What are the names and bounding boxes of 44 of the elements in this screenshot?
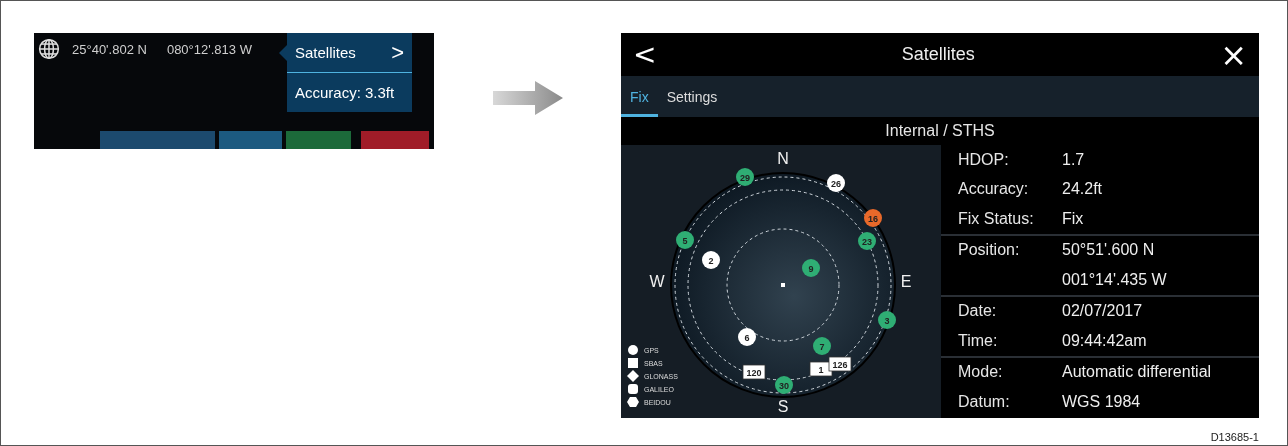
- field-value: Automatic differential: [1062, 363, 1212, 382]
- compass-label: E: [900, 273, 912, 290]
- close-button[interactable]: ×: [1216, 38, 1251, 71]
- field-label: Fix Status:: [957, 209, 1035, 228]
- field-label: Accuracy:: [957, 180, 1030, 199]
- back-button[interactable]: <: [629, 40, 661, 69]
- field-value: 09:44:42am: [1062, 331, 1147, 350]
- field-value: Fix: [1062, 209, 1084, 228]
- latitude-text: 25°40'.802 N: [72, 41, 147, 57]
- dialog-title: Satellites: [901, 44, 975, 65]
- field-value: WGS 1984: [1062, 392, 1141, 411]
- satellite-marker[interactable]: 7: [813, 337, 831, 355]
- figure-code: D13685-1: [1210, 431, 1259, 443]
- tab[interactable]: Fix: [621, 76, 658, 117]
- satellite-marker[interactable]: 16: [864, 209, 882, 227]
- compass-label: W: [649, 273, 665, 290]
- tab[interactable]: Settings: [657, 76, 727, 117]
- satellite-marker[interactable]: 29: [736, 168, 754, 186]
- satellite-marker[interactable]: 9: [802, 259, 820, 277]
- satellite-marker[interactable]: 126: [828, 356, 852, 372]
- field-label: Datum:: [957, 392, 1011, 411]
- compass-label: S: [777, 398, 789, 415]
- longitude-text: 080°12'.813 W: [166, 41, 252, 57]
- field-value: 02/07/2017: [1062, 302, 1143, 321]
- source-text: Internal / STHS: [884, 121, 996, 141]
- satellite-marker[interactable]: 3: [878, 311, 896, 329]
- satellite-marker[interactable]: 30: [775, 376, 793, 394]
- satellite-marker[interactable]: 23: [858, 232, 876, 250]
- field-value: 001°14'.435 W: [1062, 270, 1167, 289]
- satellite-marker[interactable]: 2: [702, 251, 720, 269]
- satellite-marker[interactable]: 5: [676, 231, 694, 249]
- accuracy-text: Accuracy: 3.3ft: [294, 83, 396, 101]
- compass-label: N: [777, 150, 789, 167]
- satellite-marker[interactable]: 6: [738, 328, 756, 346]
- field-label: Time:: [957, 331, 999, 350]
- field-value: 1.7: [1062, 150, 1085, 169]
- satellite-marker[interactable]: 26: [827, 174, 845, 192]
- field-label: Position:: [957, 241, 1021, 260]
- field-label: HDOP:: [957, 150, 1010, 169]
- field-label: Date:: [957, 302, 998, 321]
- field-label: Mode:: [957, 363, 1004, 382]
- field-value: 50°51'.600 N: [1062, 241, 1155, 260]
- field-value: 24.2ft: [1062, 180, 1103, 199]
- satellite-marker[interactable]: 120: [742, 364, 766, 380]
